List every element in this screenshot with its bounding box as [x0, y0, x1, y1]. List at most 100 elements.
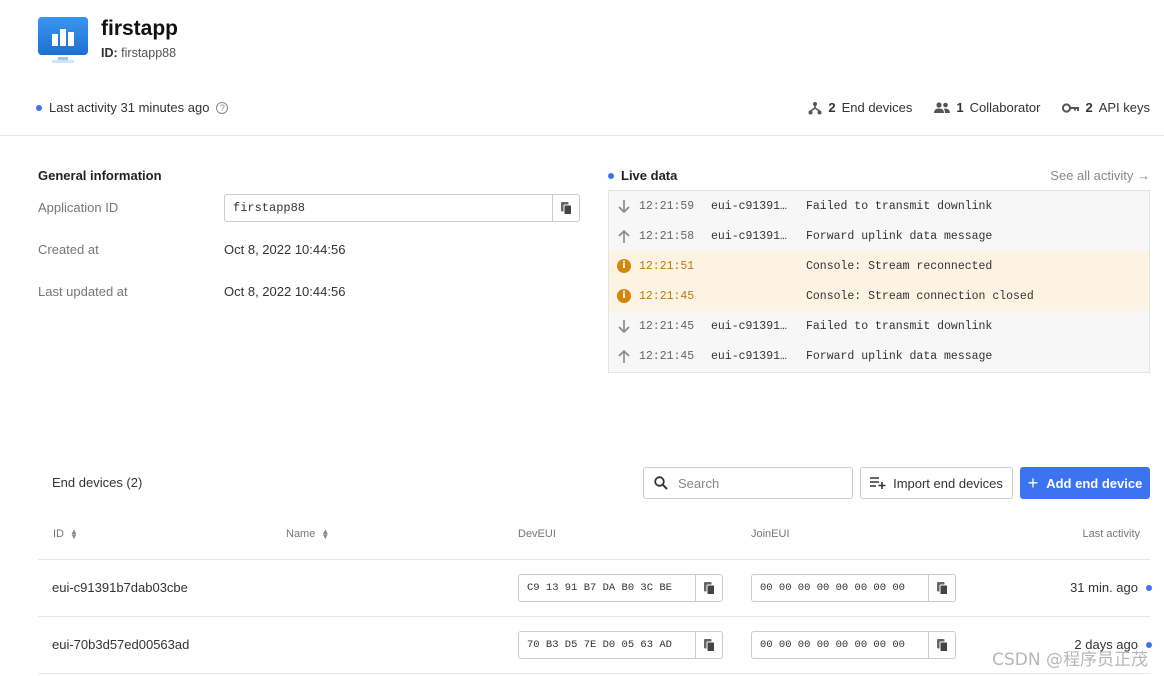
created-at-label: Created at — [38, 242, 99, 257]
joineui-value[interactable]: 00 00 00 00 00 00 00 00 — [752, 575, 928, 601]
key-icon — [1062, 102, 1080, 113]
stat-collaborators[interactable]: 1 Collaborator — [934, 100, 1040, 115]
sort-icon: ▲ ▼ — [70, 527, 78, 541]
column-header-id[interactable]: ID ▲ ▼ — [53, 527, 78, 541]
copy-icon — [936, 638, 948, 652]
arrow-up-icon — [618, 229, 630, 243]
app-id-field-value[interactable]: firstapp88 — [225, 195, 552, 221]
people-icon — [934, 101, 951, 113]
live-row-message: Forward uplink data message — [806, 349, 993, 363]
live-row-time: 12:21:45 — [639, 319, 695, 333]
column-header-joineui: JoinEUI — [751, 528, 790, 540]
last-activity: Last activity 31 minutes ago ? — [36, 100, 229, 115]
copy-deveui-button[interactable] — [695, 575, 722, 601]
device-id-cell[interactable]: eui-c91391b7dab03cbe — [52, 580, 188, 595]
column-header-last-activity: Last activity — [1083, 528, 1140, 540]
stat-end-devices[interactable]: 2 End devices — [808, 100, 912, 115]
live-row-time: 12:21:59 — [639, 199, 695, 213]
column-header-name[interactable]: Name ▲ ▼ — [286, 527, 330, 541]
column-id-label: ID — [53, 528, 64, 540]
stat-collaborators-label: Collaborator — [969, 100, 1041, 115]
column-header-deveui: DevEUI — [518, 528, 556, 540]
created-at-value: Oct 8, 2022 10:44:56 — [224, 242, 346, 257]
table-divider — [38, 616, 1150, 617]
copy-deveui-button[interactable] — [695, 632, 722, 658]
live-data-title-text: Live data — [621, 168, 678, 183]
live-row-message: Failed to transmit downlink — [806, 319, 993, 333]
live-row-message: Failed to transmit downlink — [806, 199, 993, 213]
app-title: firstapp — [101, 17, 179, 40]
live-row-device: eui-c91391… — [711, 349, 787, 363]
updated-at-value: Oct 8, 2022 10:44:56 — [224, 284, 346, 299]
stat-end-devices-count: 2 — [828, 100, 836, 115]
live-row-time: 12:21:58 — [639, 229, 695, 243]
copy-app-id-button[interactable] — [552, 195, 579, 221]
search-input[interactable]: Search — [643, 467, 853, 499]
live-row-time: 12:21:45 — [639, 289, 695, 303]
end-devices-title: End devices (2) — [52, 475, 143, 490]
live-row-message: Console: Stream reconnected — [806, 259, 993, 273]
app-id-field: firstapp88 — [224, 194, 580, 222]
column-joineui-label: JoinEUI — [751, 528, 790, 540]
search-icon — [654, 476, 668, 490]
stat-api-keys[interactable]: 2 API keys — [1062, 100, 1150, 115]
stat-collaborators-count: 1 — [956, 100, 964, 115]
live-row-device: eui-c91391… — [711, 199, 787, 213]
sort-icon: ▲ ▼ — [321, 527, 330, 541]
deveui-value[interactable]: 70 B3 D5 7E D0 05 63 AD — [519, 632, 695, 658]
arrow-up-icon — [618, 349, 630, 363]
import-end-devices-button[interactable]: Import end devices — [860, 467, 1013, 499]
deveui-value[interactable]: C9 13 91 B7 DA B0 3C BE — [519, 575, 695, 601]
live-data-list[interactable]: 12:21:59 eui-c91391… Failed to transmit … — [608, 190, 1150, 373]
updated-at-label: Last updated at — [38, 284, 128, 299]
search-placeholder: Search — [678, 475, 720, 491]
column-deveui-label: DevEUI — [518, 528, 556, 540]
live-row-message: Console: Stream connection closed — [806, 289, 1034, 303]
fork-icon — [808, 101, 822, 114]
live-dot-icon — [608, 172, 614, 179]
live-row[interactable]: 12:21:58 eui-c91391… Forward uplink data… — [609, 221, 1149, 251]
playlist-add-icon — [870, 477, 886, 489]
copy-joineui-button[interactable] — [928, 632, 955, 658]
last-activity-text: Last activity 31 minutes ago — [49, 100, 210, 115]
arrow-down-icon — [618, 199, 630, 213]
app-stats: 2 End devices 1 Collaborator 2 API keys — [808, 100, 1150, 115]
help-icon[interactable]: ? — [216, 101, 229, 114]
app-id: ID: firstapp88 — [101, 46, 176, 60]
import-end-devices-label: Import end devices — [893, 475, 1003, 491]
see-all-activity-link[interactable]: See all activity → — [1050, 168, 1150, 183]
header-divider — [0, 135, 1164, 136]
app-id-value: firstapp88 — [121, 46, 177, 60]
live-row-time: 12:21:51 — [639, 259, 695, 273]
app-logo-icon — [38, 17, 88, 65]
live-row[interactable]: 12:21:45 eui-c91391… Forward uplink data… — [609, 341, 1149, 371]
live-row[interactable]: i 12:21:45 Console: Stream connection cl… — [609, 281, 1149, 311]
deveui-field: 70 B3 D5 7E D0 05 63 AD — [518, 631, 723, 659]
device-id-cell[interactable]: eui-70b3d57ed00563ad — [52, 637, 189, 652]
activity-dot-icon — [36, 104, 42, 111]
general-info-title: General information — [38, 168, 162, 183]
stat-end-devices-label: End devices — [841, 100, 913, 115]
table-divider — [38, 673, 1150, 674]
live-row-time: 12:21:45 — [639, 349, 695, 363]
live-row[interactable]: 12:21:45 eui-c91391… Failed to transmit … — [609, 311, 1149, 341]
live-row[interactable]: i 12:21:51 Console: Stream reconnected — [609, 251, 1149, 281]
last-activity-value: 31 min. ago — [1070, 580, 1138, 595]
last-activity-cell: 31 min. ago — [1070, 580, 1152, 595]
table-divider — [38, 559, 1150, 560]
copy-icon — [703, 638, 715, 652]
live-row-device: eui-c91391… — [711, 319, 787, 333]
arrow-down-icon — [618, 319, 630, 333]
copy-joineui-button[interactable] — [928, 575, 955, 601]
live-row-device: eui-c91391… — [711, 229, 787, 243]
joineui-value[interactable]: 00 00 00 00 00 00 00 00 — [752, 632, 928, 658]
info-warning-icon: i — [617, 289, 631, 303]
column-name-label: Name — [286, 528, 316, 540]
live-data-title: Live data — [608, 168, 677, 183]
app-id-label: ID: — [101, 46, 118, 60]
copy-icon — [703, 581, 715, 595]
joineui-field: 00 00 00 00 00 00 00 00 — [751, 574, 956, 602]
add-end-device-button[interactable]: + Add end device — [1020, 467, 1150, 499]
live-row[interactable]: 12:21:59 eui-c91391… Failed to transmit … — [609, 191, 1149, 221]
column-last-activity-label: Last activity — [1082, 528, 1140, 540]
